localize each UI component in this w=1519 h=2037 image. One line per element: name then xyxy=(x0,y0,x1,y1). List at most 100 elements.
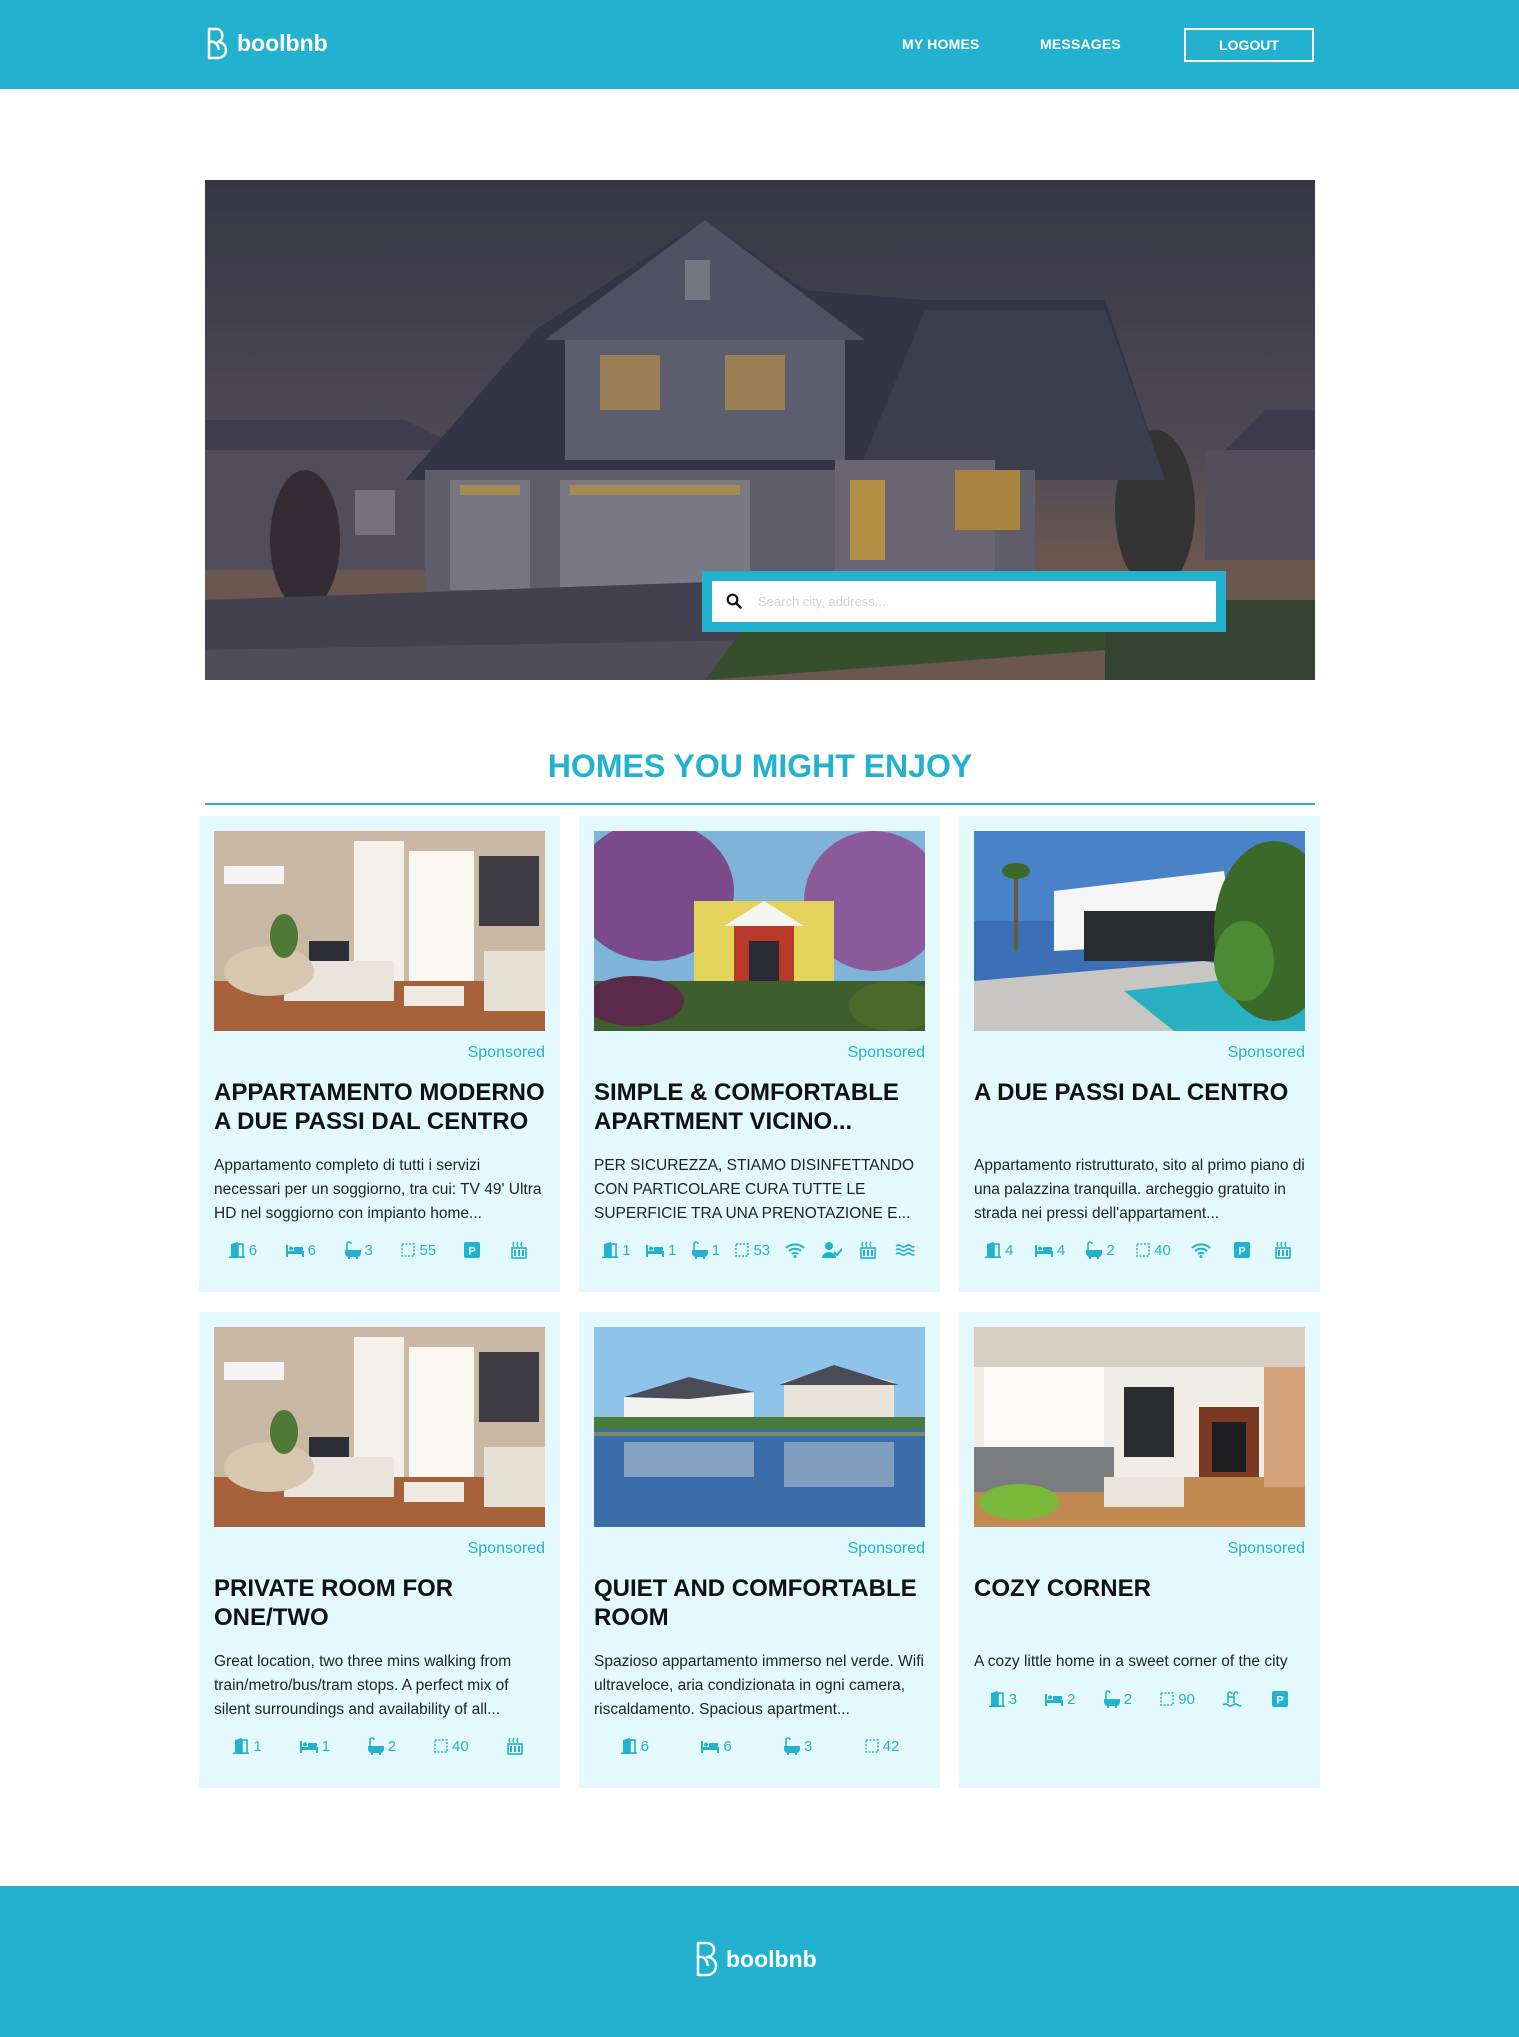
home-description: A cozy little home in a sweet corner of … xyxy=(974,1653,1288,1670)
area-icon xyxy=(734,1242,750,1258)
bath-icon xyxy=(783,1737,801,1755)
amenity-value: 2 xyxy=(387,1737,397,1755)
search-bar xyxy=(702,571,1226,632)
bed-icon xyxy=(1044,1691,1064,1707)
amenity-value: 1 xyxy=(622,1241,631,1259)
home-title[interactable]: A DUE PASSI DAL CENTRO xyxy=(974,1078,1309,1107)
amenities-row: 6 6 3 55 P xyxy=(214,1241,545,1259)
amenity-item: P xyxy=(463,1242,483,1258)
amenity-item: P xyxy=(1272,1691,1291,1707)
bed-icon xyxy=(285,1242,305,1258)
area-icon xyxy=(1135,1242,1151,1258)
home-title[interactable]: COZY CORNER xyxy=(974,1574,1309,1603)
home-photo[interactable] xyxy=(594,831,925,1031)
home-description: PER SICUREZZA, STIAMO DISINFETTANDO CON … xyxy=(594,1157,915,1222)
home-card[interactable]: Sponsored A DUE PASSI DAL CENTRO Appartame… xyxy=(959,816,1320,1292)
amenity-value: 55 xyxy=(419,1241,437,1259)
amenity-item xyxy=(859,1241,880,1259)
home-title[interactable]: APPARTAMENTO MODERNO A DUE PASSI DAL CEN… xyxy=(214,1078,549,1136)
amenity-item: 6 xyxy=(228,1241,257,1259)
amenity-value: 90 xyxy=(1178,1690,1195,1708)
home-photo[interactable] xyxy=(974,831,1305,1031)
sponsored-badge: Sponsored xyxy=(1227,1540,1305,1557)
amenity-value: 3 xyxy=(364,1241,373,1259)
amenity-item: 6 xyxy=(700,1738,732,1755)
amenity-item: 3 xyxy=(988,1690,1017,1708)
svg-text:P: P xyxy=(468,1246,475,1258)
nav-my-homes[interactable]: MY HOMES xyxy=(902,36,980,52)
amenity-item: 53 xyxy=(734,1242,770,1259)
home-photo[interactable] xyxy=(214,1327,545,1527)
parking-icon: P xyxy=(463,1242,480,1258)
home-card[interactable]: Sponsored APPARTAMENTO MODERNO A DUE PASS… xyxy=(199,816,560,1292)
search-box[interactable] xyxy=(712,581,1216,622)
amenity-value: 1 xyxy=(711,1241,721,1259)
amenity-item xyxy=(1274,1241,1295,1259)
amenities-row: 1 1 1 53 xyxy=(594,1241,925,1259)
amenity-value: 4 xyxy=(1005,1241,1014,1259)
pool-icon xyxy=(1222,1691,1242,1707)
home-photo[interactable] xyxy=(974,1327,1305,1527)
amenity-value: 6 xyxy=(248,1241,258,1259)
amenity-value: 53 xyxy=(753,1241,771,1259)
amenity-value: 4 xyxy=(1056,1241,1066,1259)
amenity-item: 1 xyxy=(645,1242,676,1259)
sauna-icon xyxy=(1274,1241,1292,1259)
amenity-value: 40 xyxy=(451,1737,469,1755)
amenity-value: 6 xyxy=(640,1737,649,1755)
nav-messages[interactable]: MESSAGES xyxy=(1040,36,1121,52)
amenity-value: 3 xyxy=(1008,1690,1017,1708)
concierge-icon xyxy=(821,1241,842,1259)
amenity-item: P xyxy=(1234,1242,1253,1258)
bed-icon xyxy=(299,1738,319,1754)
svg-text:P: P xyxy=(1277,1695,1284,1707)
amenity-item: 3 xyxy=(783,1737,812,1755)
brand-logo[interactable]: boolbnb xyxy=(205,26,328,60)
brand-name: boolbnb xyxy=(237,29,328,56)
amenity-value: 6 xyxy=(307,1241,316,1259)
amenity-item: 3 xyxy=(344,1241,373,1259)
amenity-value: 1 xyxy=(253,1737,262,1755)
amenity-item: 2 xyxy=(1103,1690,1132,1708)
home-card[interactable]: Sponsored QUIET AND COMFORTABLE ROOM Spazi… xyxy=(579,1312,940,1788)
search-input[interactable] xyxy=(758,594,1198,609)
amenities-row: 3 2 2 90 P xyxy=(974,1690,1305,1708)
amenity-item xyxy=(821,1241,845,1259)
bath-icon xyxy=(1103,1690,1121,1708)
section-divider xyxy=(205,803,1315,805)
section-title: HOMES YOU MIGHT ENJOY xyxy=(547,748,973,784)
amenity-item: 40 xyxy=(433,1738,469,1755)
footer-logo[interactable]: boolbnb xyxy=(694,1940,817,1978)
amenity-value: 3 xyxy=(803,1737,813,1755)
home-title[interactable]: QUIET AND COMFORTABLE ROOM xyxy=(594,1574,929,1632)
amenity-item: 1 xyxy=(601,1241,631,1259)
sauna-icon xyxy=(510,1241,528,1259)
area-icon xyxy=(400,1242,416,1258)
home-card[interactable]: Sponsored PRIVATE ROOM FOR ONE/TWO Great l… xyxy=(199,1312,560,1788)
home-card[interactable]: Sponsored COZY CORNER A cozy little home i… xyxy=(959,1312,1320,1788)
bed-icon xyxy=(1034,1242,1054,1258)
wifi-icon xyxy=(1191,1242,1211,1258)
amenity-value: 2 xyxy=(1123,1690,1133,1708)
home-description: Great location, two three mins walking f… xyxy=(214,1653,512,1718)
home-photo[interactable] xyxy=(214,831,545,1031)
amenity-item: 1 xyxy=(232,1737,262,1755)
search-icon[interactable] xyxy=(726,593,744,611)
logout-button[interactable]: LOGOUT xyxy=(1184,28,1314,62)
site-header: boolbnb MY HOMES MESSAGES LOGOUT xyxy=(0,0,1519,89)
home-title[interactable]: SIMPLE & COMFORTABLE APARTMENT VICINO... xyxy=(594,1078,929,1136)
sauna-icon xyxy=(506,1737,524,1755)
amenity-item: 1 xyxy=(691,1241,720,1259)
amenities-row: 6 6 3 42 xyxy=(594,1737,925,1755)
home-photo[interactable] xyxy=(594,1327,925,1527)
amenity-value: 1 xyxy=(321,1737,330,1755)
home-title[interactable]: PRIVATE ROOM FOR ONE/TWO xyxy=(214,1574,549,1632)
amenity-item: 40 xyxy=(1135,1242,1171,1259)
home-card[interactable]: Sponsored SIMPLE & COMFORTABLE APARTMENT … xyxy=(579,816,940,1292)
svg-text:P: P xyxy=(1239,1246,1246,1258)
amenity-item: 42 xyxy=(864,1738,899,1755)
amenity-value: 2 xyxy=(1067,1690,1076,1708)
door-icon xyxy=(988,1690,1006,1708)
door-icon xyxy=(601,1241,619,1259)
bed-icon xyxy=(645,1242,665,1258)
